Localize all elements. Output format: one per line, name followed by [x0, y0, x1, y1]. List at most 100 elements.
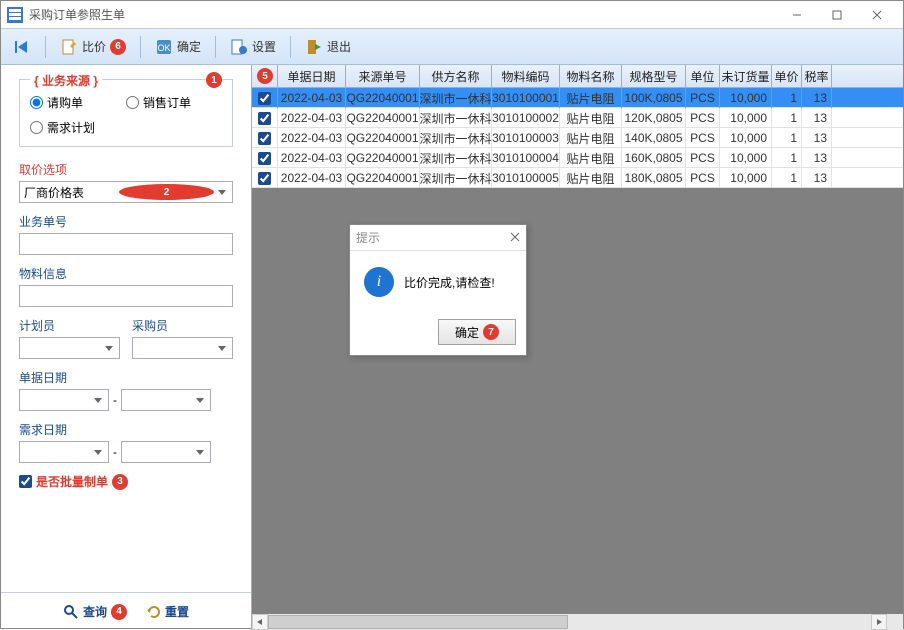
- cell-supplier: 深圳市一休科: [420, 128, 492, 148]
- business-no-input[interactable]: [19, 233, 233, 255]
- chevron-down-icon: [214, 340, 230, 356]
- exit-button[interactable]: 退出: [299, 36, 357, 58]
- compare-price-button[interactable]: 比价 6: [54, 36, 132, 58]
- ok-icon: OK: [155, 38, 173, 56]
- cell-spec: 120K,0805: [622, 108, 686, 128]
- price-option-select[interactable]: 厂商价格表 2: [19, 181, 233, 203]
- reset-button[interactable]: 重置: [145, 603, 189, 620]
- cell-supplier: 深圳市一休科: [420, 108, 492, 128]
- cell-unit: PCS: [686, 88, 720, 108]
- data-grid: 单据日期 来源单号 供方名称 物料编码 物料名称 规格型号 单位 未订货量 单价…: [252, 65, 903, 188]
- cell-date: 2022-04-03: [278, 88, 346, 108]
- cell-price: 1: [772, 88, 802, 108]
- cell-unit: PCS: [686, 168, 720, 188]
- scroll-right-button[interactable]: [871, 614, 887, 630]
- cell-material-name: 贴片电阻: [560, 128, 622, 148]
- buyer-select[interactable]: [132, 337, 233, 359]
- col-price[interactable]: 单价: [772, 65, 802, 87]
- cell-price: 1: [772, 168, 802, 188]
- maximize-button[interactable]: [817, 2, 857, 28]
- table-row[interactable]: 2022-04-03QG22040001深圳市一休科3010100005贴片电阻…: [252, 168, 903, 188]
- bill-date-label: 单据日期: [19, 369, 233, 386]
- table-row[interactable]: 2022-04-03QG22040001深圳市一休科3010100002贴片电阻…: [252, 108, 903, 128]
- cell-date: 2022-04-03: [278, 168, 346, 188]
- close-icon: [510, 232, 520, 242]
- cell-material-name: 贴片电阻: [560, 88, 622, 108]
- cell-material-code: 3010100005: [492, 168, 560, 188]
- cell-unit: PCS: [686, 148, 720, 168]
- bill-date-to[interactable]: [121, 389, 211, 411]
- radio-demand-plan[interactable]: 需求计划: [30, 119, 126, 136]
- minimize-button[interactable]: [777, 2, 817, 28]
- confirm-label: 确定: [177, 38, 201, 55]
- cell-unit: PCS: [686, 108, 720, 128]
- cell-price: 1: [772, 148, 802, 168]
- demand-date-from[interactable]: [19, 441, 109, 463]
- dialog-ok-button[interactable]: 确定 7: [438, 319, 516, 345]
- cell-material-name: 贴片电阻: [560, 148, 622, 168]
- table-row[interactable]: 2022-04-03QG22040001深圳市一休科3010100004贴片电阻…: [252, 148, 903, 168]
- query-button[interactable]: 查询 4: [63, 603, 127, 620]
- data-grid-area: 5 单据日期 来源单号 供方名称 物料编码 物料名称 规格型号 单位 未订货量 …: [252, 65, 903, 630]
- settings-button[interactable]: 设置: [224, 36, 282, 58]
- cell-tax: 13: [802, 148, 832, 168]
- radio-sales-order[interactable]: 销售订单: [126, 94, 222, 111]
- business-source-group: { 业务来源 } 1 请购单 销售订单 需求计划: [19, 79, 233, 147]
- demand-date-to[interactable]: [121, 441, 211, 463]
- cell-price: 1: [772, 108, 802, 128]
- col-tax[interactable]: 税率: [802, 65, 832, 87]
- badge-3: 3: [112, 474, 128, 490]
- close-button[interactable]: [857, 2, 897, 28]
- grid-header: 单据日期 来源单号 供方名称 物料编码 物料名称 规格型号 单位 未订货量 单价…: [252, 65, 903, 88]
- horizontal-scrollbar[interactable]: [252, 614, 887, 630]
- dialog-close-button[interactable]: [510, 231, 520, 245]
- row-checkbox[interactable]: [252, 108, 278, 128]
- col-unit[interactable]: 单位: [686, 65, 720, 87]
- row-checkbox[interactable]: [252, 128, 278, 148]
- cell-unit: PCS: [686, 128, 720, 148]
- cell-supplier: 深圳市一休科: [420, 148, 492, 168]
- col-spec[interactable]: 规格型号: [622, 65, 686, 87]
- col-source-no[interactable]: 来源单号: [346, 65, 420, 87]
- business-no-label: 业务单号: [19, 213, 233, 230]
- planner-select[interactable]: [19, 337, 120, 359]
- material-info-input[interactable]: [19, 285, 233, 307]
- col-supplier[interactable]: 供方名称: [420, 65, 492, 87]
- bill-date-from[interactable]: [19, 389, 109, 411]
- cell-material-code: 3010100004: [492, 148, 560, 168]
- chevron-down-icon: [192, 392, 208, 408]
- table-row[interactable]: 2022-04-03QG22040001深圳市一休科3010100003贴片电阻…: [252, 128, 903, 148]
- window-titlebar: 采购订单参照生单: [1, 1, 903, 29]
- toolbar: 比价 6 OK 确定 设置 退出: [1, 29, 903, 65]
- col-material-name[interactable]: 物料名称: [560, 65, 622, 87]
- scroll-left-button[interactable]: [252, 614, 268, 630]
- business-source-legend: { 业务来源 }: [30, 72, 102, 89]
- cell-source: QG22040001: [346, 168, 420, 188]
- scroll-thumb[interactable]: [268, 615, 568, 629]
- first-record-button[interactable]: [7, 36, 37, 58]
- cell-source: QG22040001: [346, 128, 420, 148]
- cell-date: 2022-04-03: [278, 148, 346, 168]
- first-record-icon: [13, 38, 31, 56]
- col-material-code[interactable]: 物料编码: [492, 65, 560, 87]
- table-row[interactable]: 2022-04-03QG22040001深圳市一休科3010100001贴片电阻…: [252, 88, 903, 108]
- badge-6: 6: [110, 39, 126, 55]
- dialog-message: 比价完成,请检查!: [404, 274, 495, 291]
- compare-price-label: 比价: [82, 38, 106, 55]
- cell-tax: 13: [802, 128, 832, 148]
- settings-label: 设置: [252, 38, 276, 55]
- row-checkbox[interactable]: [252, 88, 278, 108]
- batch-checkbox[interactable]: 是否批量制单 3: [19, 473, 233, 490]
- col-qty[interactable]: 未订货量: [720, 65, 772, 87]
- cell-tax: 13: [802, 108, 832, 128]
- cell-qty: 10,000: [720, 168, 772, 188]
- radio-requisition[interactable]: 请购单: [30, 94, 126, 111]
- badge-5: 5: [257, 68, 273, 84]
- row-checkbox[interactable]: [252, 148, 278, 168]
- chevron-down-icon: [192, 444, 208, 460]
- search-icon: [63, 604, 79, 620]
- cell-price: 1: [772, 128, 802, 148]
- row-checkbox[interactable]: [252, 168, 278, 188]
- col-bill-date[interactable]: 单据日期: [278, 65, 346, 87]
- confirm-button[interactable]: OK 确定: [149, 36, 207, 58]
